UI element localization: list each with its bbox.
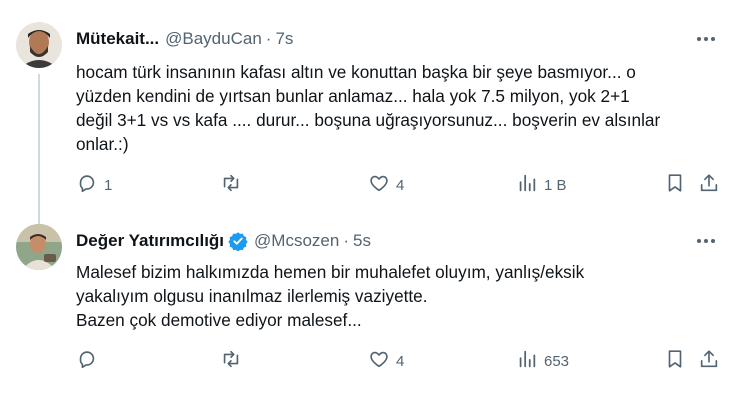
- like-count: 4: [396, 352, 405, 370]
- views-button[interactable]: 653: [516, 349, 569, 373]
- tweet-text-line: Malesef bizim halkımızda hemen bir muhal…: [76, 262, 585, 282]
- share-icon: [698, 172, 720, 198]
- views-icon: [516, 348, 538, 374]
- like-icon: [368, 172, 390, 198]
- share-button[interactable]: [698, 349, 720, 373]
- tweet-text-line: hocam türk insanının kafası altın ve kon…: [76, 62, 636, 82]
- user-handle[interactable]: @Mcsozen: [254, 231, 339, 251]
- timestamp[interactable]: 7s: [275, 29, 293, 49]
- separator-dot: ·: [343, 231, 349, 250]
- reply-icon: [76, 172, 98, 198]
- tweet-text-line: Bazen çok demotive ediyor malesef...: [76, 310, 362, 330]
- tweet-text: Malesef bizim halkımızda hemen bir muhal…: [76, 260, 716, 332]
- like-button[interactable]: 4: [368, 173, 404, 197]
- like-button[interactable]: 4: [368, 349, 404, 373]
- tweet-header: Değer Yatırımcılığı @Mcsozen · 5s: [76, 230, 371, 252]
- bookmark-icon: [664, 172, 686, 198]
- display-name[interactable]: Mütekait...: [76, 29, 159, 49]
- bookmark-button[interactable]: [664, 349, 686, 373]
- retweet-button[interactable]: [220, 349, 248, 373]
- reply-button[interactable]: [76, 349, 104, 373]
- tweet-text-line: yakalıyım olgusu inanılmaz ilerlemiş vaz…: [76, 286, 428, 306]
- views-count: 653: [544, 352, 570, 370]
- tweet-actions: 4 653: [76, 349, 726, 373]
- reply-button[interactable]: 1: [76, 173, 112, 197]
- avatar[interactable]: [16, 224, 62, 270]
- tweet-text-line: değil 3+1 vs vs kafa .... durur... boşun…: [76, 110, 661, 130]
- more-icon[interactable]: [694, 28, 718, 50]
- reply-icon: [76, 348, 98, 374]
- bookmark-button[interactable]: [664, 173, 686, 197]
- timestamp[interactable]: 5s: [353, 231, 371, 251]
- views-count: 1 B: [544, 176, 567, 194]
- thread-connector-line: [38, 74, 40, 224]
- like-icon: [368, 348, 390, 374]
- retweet-icon: [220, 172, 242, 198]
- tweet-text-line: onlar.:): [76, 134, 129, 154]
- tweet-text: hocam türk insanının kafası altın ve kon…: [76, 60, 716, 156]
- share-icon: [698, 348, 720, 374]
- views-button[interactable]: 1 B: [516, 173, 567, 197]
- bookmark-icon: [664, 348, 686, 374]
- retweet-button[interactable]: [220, 173, 248, 197]
- tweet-header: Mütekait... @BayduCan · 7s: [76, 28, 293, 50]
- separator-dot: ·: [265, 29, 272, 48]
- reply-count: 1: [104, 176, 113, 194]
- avatar[interactable]: [16, 22, 62, 68]
- display-name[interactable]: Değer Yatırımcılığı: [76, 231, 224, 251]
- tweet: Mütekait... @BayduCan · 7s hocam türk in…: [0, 0, 730, 224]
- user-handle[interactable]: @BayduCan: [165, 29, 262, 49]
- like-count: 4: [396, 176, 405, 194]
- verified-badge-icon: [228, 231, 248, 251]
- tweet: Değer Yatırımcılığı @Mcsozen · 5s Malese…: [0, 210, 730, 420]
- retweet-icon: [220, 348, 242, 374]
- share-button[interactable]: [698, 173, 720, 197]
- more-icon[interactable]: [694, 230, 718, 252]
- views-icon: [516, 172, 538, 198]
- tweet-actions: 1 4 1 B: [76, 173, 726, 197]
- tweet-text-line: yüzden kendini de yırtsan bunlar anlamaz…: [76, 86, 630, 106]
